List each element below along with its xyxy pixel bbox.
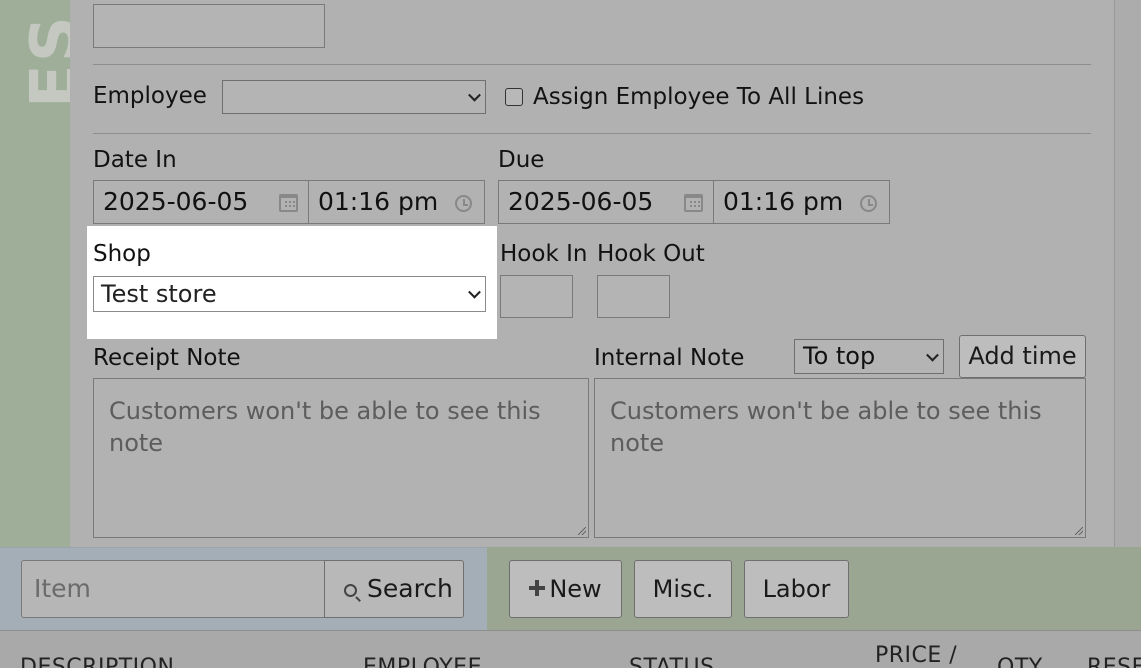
vertical-banner-text: ES — [18, 14, 70, 108]
calendar-icon[interactable] — [279, 194, 298, 212]
internal-note-label: Internal Note — [594, 345, 745, 371]
column-header-employee[interactable]: EMPLOYEE — [363, 655, 482, 668]
note-position-value: To top — [803, 342, 876, 370]
assign-employee-label: Assign Employee To All Lines — [533, 84, 865, 110]
due-label: Due — [498, 147, 545, 173]
assign-employee-checkbox[interactable] — [505, 88, 523, 106]
due-date-value: 2025-06-05 — [508, 187, 654, 216]
chevron-down-icon — [926, 348, 939, 362]
new-item-button[interactable]: New — [509, 560, 622, 618]
clock-icon[interactable] — [455, 195, 472, 212]
column-header-reserved[interactable]: RESE — [1087, 655, 1141, 668]
date-in-date-input[interactable]: 2025-06-05 — [93, 180, 309, 224]
hook-out-input[interactable] — [597, 275, 670, 318]
employee-select[interactable] — [222, 80, 486, 114]
receipt-note-textarea[interactable]: Customers won't be able to see this note — [93, 378, 589, 538]
new-item-label: New — [549, 575, 602, 603]
chevron-down-icon — [468, 285, 481, 299]
chevron-down-icon — [468, 88, 481, 102]
divider — [93, 133, 1091, 134]
labor-button[interactable]: Labor — [744, 560, 849, 618]
date-in-date-value: 2025-06-05 — [103, 187, 249, 216]
receipt-note-placeholder: Customers won't be able to see this note — [109, 397, 541, 457]
shop-select[interactable]: Test store — [93, 276, 486, 312]
item-search-input[interactable]: Item — [21, 560, 325, 618]
plus-icon — [529, 580, 546, 596]
due-date-input[interactable]: 2025-06-05 — [498, 180, 714, 224]
column-header-description[interactable]: DESCRIPTION — [20, 655, 174, 668]
date-in-time-input[interactable]: 01:16 pm — [308, 180, 485, 224]
calendar-icon[interactable] — [684, 194, 703, 212]
hook-in-label: Hook In — [500, 241, 588, 267]
note-position-select[interactable]: To top — [794, 339, 944, 374]
column-header-status[interactable]: STATUS — [629, 655, 715, 668]
due-time-value: 01:16 pm — [723, 187, 844, 216]
top-field[interactable] — [93, 4, 325, 48]
internal-note-textarea[interactable]: Customers won't be able to see this note — [594, 378, 1086, 538]
date-in-label: Date In — [93, 147, 177, 173]
search-button-label: Search — [367, 574, 453, 603]
column-header-qty[interactable]: QTY — [997, 655, 1043, 668]
search-icon — [344, 584, 357, 597]
shop-select-value: Test store — [101, 280, 217, 308]
receipt-note-label: Receipt Note — [93, 345, 241, 371]
due-time-input[interactable]: 01:16 pm — [713, 180, 890, 224]
shop-label: Shop — [93, 241, 151, 267]
resize-handle[interactable] — [578, 527, 586, 535]
right-edge — [1114, 0, 1141, 547]
left-strip: ES — [0, 0, 70, 547]
divider — [93, 64, 1091, 65]
column-header-price[interactable]: PRICE / — [875, 643, 957, 668]
table-header: DESCRIPTION EMPLOYEE STATUS PRICE / QTY … — [0, 630, 1141, 668]
hook-in-input[interactable] — [500, 275, 573, 318]
misc-button[interactable]: Misc. — [634, 560, 732, 618]
search-button[interactable]: Search — [324, 560, 464, 618]
employee-label: Employee — [93, 83, 207, 109]
date-in-time-value: 01:16 pm — [318, 187, 439, 216]
item-search-placeholder: Item — [34, 574, 91, 603]
internal-note-placeholder: Customers won't be able to see this note — [610, 397, 1042, 457]
add-time-button[interactable]: Add time — [959, 335, 1086, 378]
clock-icon[interactable] — [860, 195, 877, 212]
hook-out-label: Hook Out — [597, 241, 705, 267]
resize-handle[interactable] — [1075, 527, 1083, 535]
